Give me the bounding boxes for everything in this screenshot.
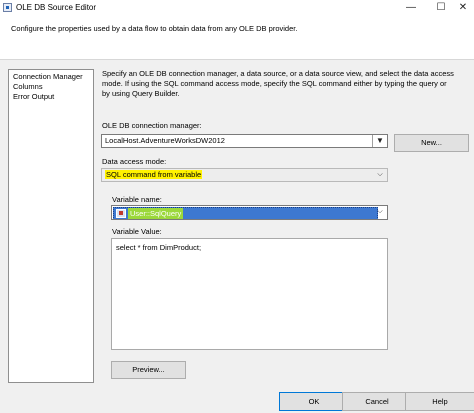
close-button[interactable]: ✕ [452,0,474,16]
maximize-button[interactable]: ☐ [430,0,452,16]
help-button[interactable]: Help [405,392,474,411]
new-button[interactable]: New... [394,134,469,152]
variable-value-textbox[interactable]: select * from DimProduct; [111,238,388,350]
data-access-mode-combo[interactable]: SQL command from variable ⌵ [101,168,388,182]
data-access-mode-label: Data access mode: [102,157,167,166]
window-title: OLE DB Source Editor [16,3,97,12]
chevron-down-icon[interactable]: ▼ [372,135,387,147]
connection-manager-value: LocalHost.AdventureWorksDW2012 [105,136,225,145]
connection-manager-label: OLE DB connection manager: [102,121,202,130]
page-list: Connection Manager Columns Error Output [8,69,94,383]
intro-text: Specify an OLE DB connection manager, a … [102,69,454,98]
nav-item-columns[interactable]: Columns [13,82,43,92]
variable-value-text: select * from DimProduct; [116,243,202,252]
chevron-down-icon[interactable]: ⌵ [373,169,387,181]
nav-item-connection-manager[interactable]: Connection Manager [13,72,83,82]
selection-highlight: User::SqlQuery [113,207,378,219]
variable-value-label: Variable Value: [112,227,162,236]
connection-manager-combo[interactable]: LocalHost.AdventureWorksDW2012 ▼ [101,134,388,148]
variable-name-combo[interactable]: User::SqlQuery ⌵ [111,205,388,220]
preview-button[interactable]: Preview... [111,361,186,379]
description-area [0,16,474,60]
variable-name-label: Variable name: [112,195,162,204]
variable-icon [116,209,126,218]
ok-button[interactable]: OK [279,392,349,411]
description-text: Configure the properties used by a data … [11,24,298,33]
chevron-down-icon[interactable]: ⌵ [373,206,387,218]
data-access-mode-value: SQL command from variable [105,170,203,179]
app-icon [3,3,12,12]
variable-name-value: User::SqlQuery [128,208,184,219]
cancel-button[interactable]: Cancel [342,392,412,411]
minimize-button[interactable]: — [400,0,422,16]
nav-item-error-output[interactable]: Error Output [13,92,54,102]
